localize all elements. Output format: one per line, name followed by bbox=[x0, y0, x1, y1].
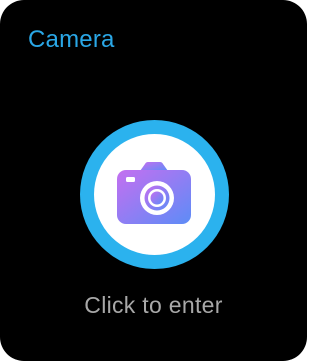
camera-launch-button[interactable] bbox=[80, 120, 229, 269]
camera-icon-background bbox=[94, 134, 215, 255]
launch-caption: Click to enter bbox=[84, 292, 223, 318]
camera-app-screen: Camera Click to enter bbox=[0, 0, 307, 361]
app-title: Camera bbox=[28, 26, 115, 53]
camera-icon bbox=[117, 162, 191, 224]
